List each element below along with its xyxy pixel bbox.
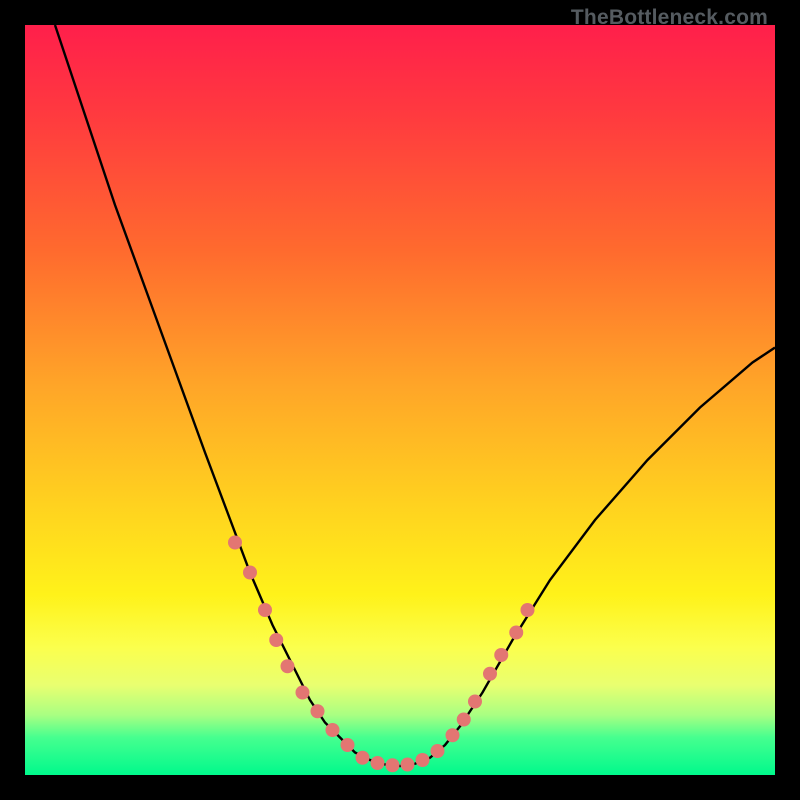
plot-area (25, 25, 775, 775)
chart-frame (25, 25, 775, 775)
watermark-text: TheBottleneck.com (571, 6, 768, 30)
